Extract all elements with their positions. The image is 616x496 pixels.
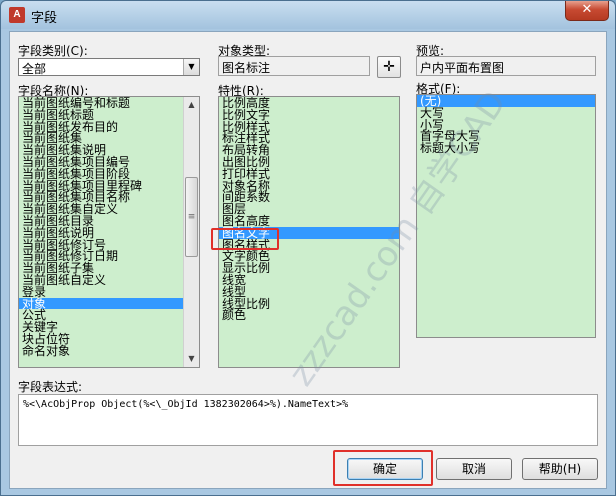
property-item[interactable]: 间距系数	[219, 191, 399, 203]
field-names-scrollbar[interactable]: ▲ ≡ ▼	[183, 97, 199, 367]
property-item[interactable]: 打印样式	[219, 168, 399, 180]
property-item[interactable]: 颜色	[219, 309, 399, 321]
preview-field: 户内平面布置图	[416, 56, 596, 76]
field-name-item[interactable]: 对象	[19, 297, 199, 309]
field-category-dropdown[interactable]: 全部 ▼	[18, 58, 200, 76]
field-name-item[interactable]: 当前图纸目录	[19, 215, 199, 227]
field-category-label: 字段类别(C):	[18, 44, 88, 58]
help-button[interactable]: 帮助(H)	[522, 458, 598, 480]
dialog-body: 字段类别(C): 全部 ▼ 对象类型: 图名标注 ✛ 预览: 户内平面布置图 字…	[9, 31, 607, 489]
field-dialog: A 字段 ✕ 字段类别(C): 全部 ▼ 对象类型: 图名标注 ✛ 预览: 户内…	[0, 0, 616, 496]
scroll-thumb[interactable]: ≡	[185, 177, 198, 257]
property-item[interactable]: 出图比例	[219, 156, 399, 168]
field-name-item[interactable]: 当前图纸集项目阶段	[19, 168, 199, 180]
property-item[interactable]: 线型比例	[219, 298, 399, 310]
highlight-box-property	[211, 228, 279, 250]
property-item[interactable]: 图名高度	[219, 215, 399, 227]
field-name-item[interactable]: 命名对象	[19, 345, 199, 357]
title-bar[interactable]: A 字段 ✕	[1, 1, 615, 29]
field-name-item[interactable]: 当前图纸自定义	[19, 274, 199, 286]
field-name-item[interactable]: 登录	[19, 286, 199, 298]
property-item[interactable]: 比例文字	[219, 109, 399, 121]
object-type-field: 图名标注	[218, 56, 370, 76]
window-title: 字段	[31, 11, 58, 26]
format-item[interactable]: 大写	[417, 107, 595, 119]
property-item[interactable]: 线宽	[219, 274, 399, 286]
scroll-up-icon[interactable]: ▲	[184, 97, 199, 113]
field-category-value: 全部	[22, 62, 47, 76]
field-names-list[interactable]: 当前图纸编号和标题 当前图纸标题 当前图纸发布目的 当前图纸集 当前图纸集说明 当前图纸集…	[18, 96, 200, 368]
field-name-item[interactable]: 当前图纸说明	[19, 227, 199, 239]
field-name-item[interactable]: 当前图纸集项目编号	[19, 156, 199, 168]
highlight-box-ok	[333, 450, 433, 486]
property-item[interactable]: 线型	[219, 286, 399, 298]
crosshair-icon: ✛	[383, 59, 395, 75]
property-item[interactable]: 显示比例	[219, 262, 399, 274]
close-button[interactable]: ✕	[565, 1, 609, 21]
field-name-item[interactable]: 当前图纸标题	[19, 109, 199, 121]
field-expression-box[interactable]: %<\AcObjProp Object(%<\_ObjId 1382302064…	[18, 394, 598, 446]
format-item[interactable]: 标题大小写	[417, 142, 595, 154]
scroll-down-icon[interactable]: ▼	[184, 351, 199, 367]
cancel-button[interactable]: 取消	[436, 458, 512, 480]
autocad-app-icon: A	[9, 7, 25, 23]
select-object-button[interactable]: ✛	[377, 56, 401, 78]
field-name-item[interactable]: 块占位符	[19, 333, 199, 345]
field-expression-label: 字段表达式:	[18, 380, 83, 394]
chevron-down-icon[interactable]: ▼	[183, 59, 199, 75]
format-list[interactable]: (无) 大写 小写 首字母大写 标题大小写	[416, 94, 596, 338]
